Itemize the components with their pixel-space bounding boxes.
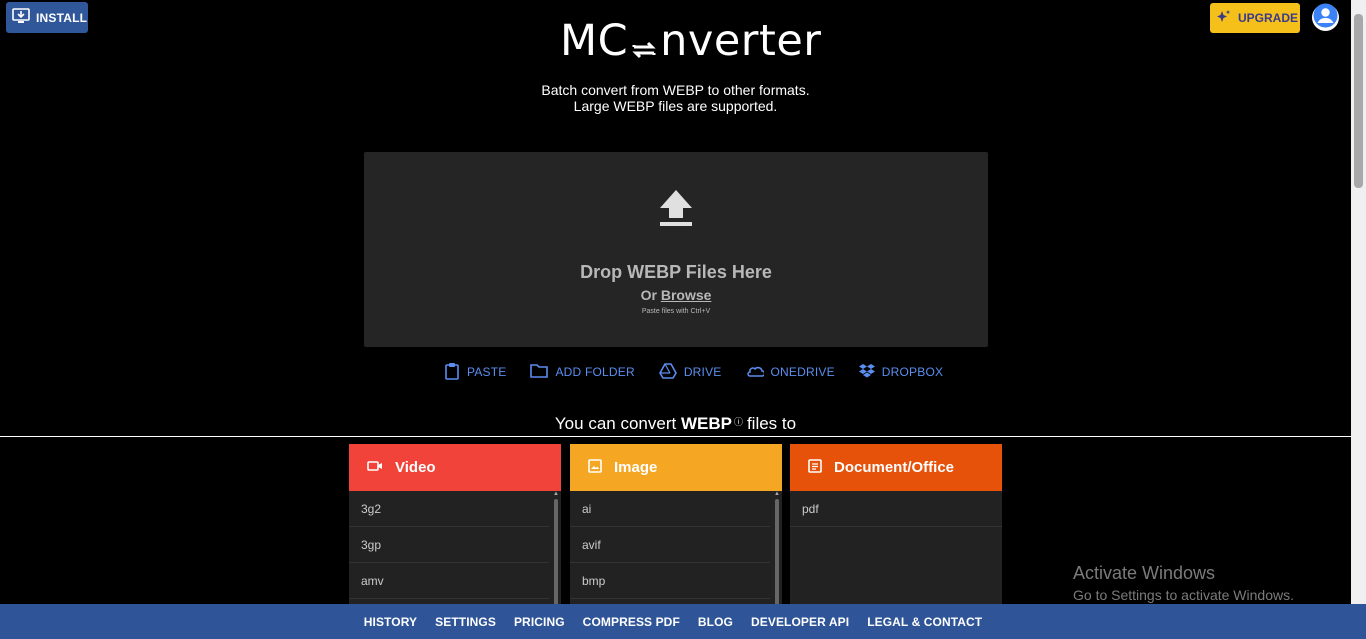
watermark-subtitle: Go to Settings to activate Windows.	[1073, 587, 1294, 603]
footer-link-compress-pdf[interactable]: COMPRESS PDF	[583, 615, 680, 629]
windows-activation-watermark: Activate Windows Go to Settings to activ…	[1073, 563, 1294, 603]
footer-link-legal-contact[interactable]: LEGAL & CONTACT	[867, 615, 982, 629]
image-icon	[588, 458, 602, 477]
install-monitor-icon	[12, 8, 30, 27]
category-panel-document: Document/Office pdf	[790, 444, 1002, 604]
convert-suffix: files to	[746, 414, 797, 433]
format-item[interactable]: pdf	[790, 491, 1002, 527]
footer-link-developer-api[interactable]: DEVELOPER API	[751, 615, 849, 629]
install-button[interactable]: INSTALL	[6, 2, 88, 33]
logo-suffix: nverter	[660, 16, 822, 66]
drop-title: Drop WEBP Files Here	[580, 262, 772, 282]
convert-prefix: You can convert	[554, 414, 677, 433]
section-divider	[0, 436, 1351, 437]
paste-label: PASTE	[467, 365, 507, 379]
upgrade-button[interactable]: UPGRADE	[1210, 3, 1300, 33]
convert-format: WEBP	[680, 414, 732, 433]
format-list-document[interactable]: pdf	[790, 491, 1002, 527]
category-title-video: Video	[395, 459, 436, 476]
onedrive-button[interactable]: ONEDRIVE	[746, 364, 835, 380]
format-list-video[interactable]: 3g2 3gp amv ▲	[349, 491, 561, 604]
sparkle-icon	[1216, 9, 1232, 28]
category-header-video[interactable]: Video	[349, 444, 561, 491]
page-scrollbar-thumb[interactable]	[1354, 14, 1363, 188]
add-folder-label: ADD FOLDER	[555, 365, 635, 379]
footer-nav: HISTORY SETTINGS PRICING COMPRESS PDF BL…	[0, 604, 1366, 639]
category-panel-video: Video 3g2 3gp amv ▲	[349, 444, 561, 604]
onedrive-icon	[746, 364, 765, 380]
file-dropzone[interactable]: Drop WEBP Files Here Or Browse Paste fil…	[364, 152, 988, 347]
onedrive-label: ONEDRIVE	[770, 365, 835, 379]
footer-link-history[interactable]: HISTORY	[364, 615, 417, 629]
format-item[interactable]: ai	[570, 491, 770, 527]
category-title-image: Image	[614, 459, 658, 476]
convert-arrows-icon	[629, 26, 659, 59]
info-icon[interactable]: ⓘ	[734, 417, 743, 427]
logo-prefix: MC	[560, 16, 629, 66]
category-title-document: Document/Office	[834, 459, 955, 476]
clipboard-icon	[444, 362, 460, 383]
video-camera-icon	[367, 459, 383, 476]
convert-heading: You can convert WEBP ⓘ files to	[0, 414, 1351, 434]
footer-link-blog[interactable]: BLOG	[698, 615, 733, 629]
account-avatar[interactable]	[1312, 2, 1339, 34]
format-item[interactable]: avif	[570, 527, 770, 563]
format-list-scrollbar[interactable]	[775, 499, 779, 604]
site-logo[interactable]: MC nverter	[560, 16, 821, 66]
watermark-title: Activate Windows	[1073, 563, 1216, 583]
dropbox-label: DROPBOX	[881, 365, 944, 379]
format-item[interactable]: amv	[349, 563, 549, 599]
drop-or: Or Browse	[364, 287, 988, 303]
or-text: Or	[640, 287, 657, 303]
format-item[interactable]: 3g2	[349, 491, 549, 527]
format-list-image[interactable]: ai avif bmp ▲	[570, 491, 782, 604]
format-list-scrollbar[interactable]	[554, 499, 558, 604]
drive-button[interactable]: DRIVE	[658, 362, 722, 382]
paste-button[interactable]: PASTE	[444, 362, 506, 383]
intro-line-2: Large WEBP files are supported.	[573, 98, 778, 114]
browse-link[interactable]: Browse	[661, 287, 712, 303]
drive-label: DRIVE	[683, 365, 722, 379]
category-header-document[interactable]: Document/Office	[790, 444, 1002, 491]
document-icon	[808, 458, 822, 477]
install-label: INSTALL	[36, 10, 88, 25]
paste-hint: Paste files with Ctrl+V	[641, 308, 711, 315]
format-item[interactable]: bmp	[570, 563, 770, 599]
google-drive-icon	[658, 362, 677, 382]
add-folder-button[interactable]: ADD FOLDER	[530, 363, 635, 381]
scroll-up-arrow[interactable]: ▲	[553, 491, 559, 497]
dropbox-button[interactable]: DROPBOX	[858, 363, 944, 381]
category-panel-image: Image ai avif bmp ▲	[570, 444, 782, 604]
dropbox-icon	[858, 363, 875, 381]
footer-link-settings[interactable]: SETTINGS	[435, 615, 496, 629]
footer-link-pricing[interactable]: PRICING	[514, 615, 565, 629]
folder-icon	[530, 363, 549, 381]
upgrade-label: UPGRADE	[1238, 11, 1299, 25]
source-buttons: PASTE ADD FOLDER DRIVE ONEDRIVE DROPBOX	[444, 362, 943, 382]
format-item[interactable]: 3gp	[349, 527, 549, 563]
scroll-up-arrow[interactable]: ▲	[774, 491, 780, 497]
intro-text: Batch convert from WEBP to other formats…	[0, 82, 1351, 114]
category-header-image[interactable]: Image	[570, 444, 782, 491]
upload-icon	[658, 188, 694, 233]
user-icon	[1312, 2, 1339, 34]
intro-line-1: Batch convert from WEBP to other formats…	[541, 82, 810, 98]
